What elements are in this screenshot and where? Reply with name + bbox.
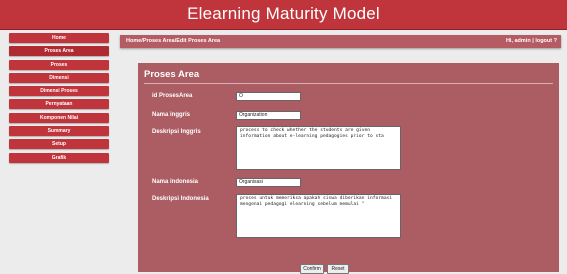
user-separator: | (532, 38, 534, 44)
confirm-button[interactable]: Confirm (300, 264, 324, 274)
sidebar-item-dimensi[interactable]: Dimensi (9, 72, 109, 83)
nama-inggris-label: Nama inggris (152, 112, 191, 118)
sidebar-item-grafik[interactable]: Grafik (9, 152, 109, 163)
page-title: Proses Area (144, 69, 200, 80)
sidebar-item-proses-area[interactable]: Proses Area (9, 46, 109, 57)
nama-indonesia-label: Nama indonesia (152, 179, 199, 185)
breadcrumb-home-link[interactable]: Home (126, 38, 141, 44)
sidebar-item-komponen-nilai[interactable]: Komponen Nilai (9, 112, 109, 123)
nama-inggris-field[interactable]: Organization (236, 111, 301, 120)
breadcrumb-bar: Home/Proses Area/Edit Proses Area Hi, ad… (120, 35, 561, 48)
reset-button[interactable]: Reset (327, 264, 349, 274)
sidebar-item-dimensi-proses[interactable]: Dimensi Proses (9, 86, 109, 97)
form-panel: Proses Area id ProsesArea O Nama inggris… (138, 63, 559, 274)
deskripsi-inggris-textarea[interactable]: process to check whether the students ar… (236, 126, 401, 170)
breadcrumb-proses-area-link[interactable]: Proses Area (143, 38, 175, 44)
breadcrumb-current: Edit Proses Area (176, 38, 221, 44)
deskripsi-inggris-label: Deskripsi Inggris (152, 129, 201, 135)
sidebar: Home Proses Area Proses Dimensi Dimensi … (9, 33, 109, 166)
deskripsi-indonesia-textarea[interactable]: proses untuk memeriksa apakah siswa dibe… (236, 194, 401, 238)
breadcrumb: Home/Proses Area/Edit Proses Area (126, 35, 220, 48)
app-header: Elearning Maturity Model (0, 0, 567, 30)
sidebar-item-setup[interactable]: Setup (9, 139, 109, 150)
sidebar-item-pernyataan[interactable]: Pernyataan (9, 99, 109, 110)
id-prosesarea-field[interactable]: O (236, 92, 301, 101)
sidebar-item-proses[interactable]: Proses (9, 59, 109, 70)
nama-indonesia-field[interactable]: Organisasi (236, 178, 301, 187)
logout-link[interactable]: logout ? (535, 38, 557, 44)
user-area: Hi, admin | logout ? (506, 35, 557, 48)
heading-divider (144, 83, 553, 84)
app-title: Elearning Maturity Model (187, 4, 380, 23)
deskripsi-indonesia-label: Deskripsi Indonesia (152, 196, 209, 202)
sidebar-item-home[interactable]: Home (9, 33, 109, 43)
user-greeting: Hi, admin (505, 38, 531, 44)
sidebar-item-summary[interactable]: Summary (9, 126, 109, 137)
id-prosesarea-label: id ProsesArea (152, 93, 193, 99)
